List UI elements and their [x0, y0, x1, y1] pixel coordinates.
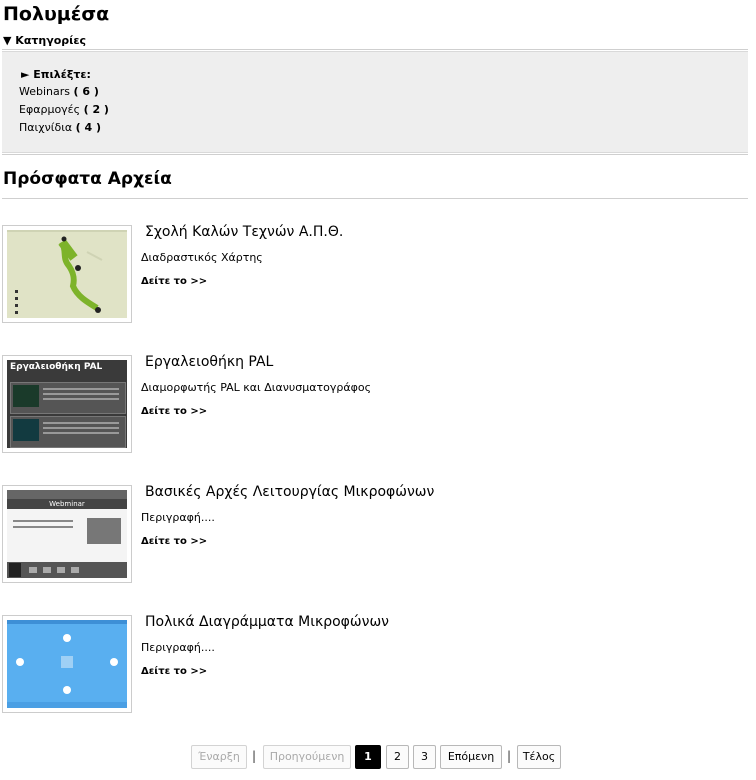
- categories-toggle[interactable]: ▼ Κατηγορίες: [3, 34, 86, 47]
- category-count: ( 4 ): [75, 121, 102, 134]
- pagination-first-button[interactable]: Έναρξη: [191, 745, 247, 769]
- file-title-link[interactable]: Εργαλειοθήκη PAL: [145, 354, 273, 370]
- pagination-separator: |: [507, 749, 512, 763]
- category-link-games[interactable]: Παιχνίδια ( 4 ): [19, 121, 101, 134]
- polar-diagram-thumbnail-image: [7, 620, 127, 708]
- recent-files-heading: Πρόσφατα Αρχεία: [3, 169, 172, 189]
- category-link-applications[interactable]: Εφαρμογές ( 2 ): [19, 103, 109, 116]
- view-link[interactable]: Δείτε το >>: [141, 406, 207, 417]
- file-thumbnail-link[interactable]: Εργαλειοθήκη PAL: [2, 355, 132, 453]
- pagination-separator: |: [252, 749, 257, 763]
- pagination-last-button[interactable]: Τέλος: [517, 745, 561, 769]
- divider: [2, 49, 748, 50]
- file-item: Εργαλειοθήκη PAL Εργαλειοθήκη PAL Διαμορ…: [2, 354, 746, 453]
- page-title: Πολυμέσα: [3, 3, 110, 25]
- pagination-page-1[interactable]: 1: [355, 745, 381, 769]
- choose-label: ► Επιλέξτε:: [21, 68, 91, 81]
- category-name: Παιχνίδια: [19, 121, 73, 134]
- thumbnail-heading: Εργαλειοθήκη PAL: [10, 362, 103, 372]
- category-count: ( 2 ): [83, 103, 109, 116]
- file-description: Διαμορφωτής PAL και Διανυσματογράφος: [141, 381, 372, 394]
- file-title-link[interactable]: Βασικές Αρχές Λειτουργίας Μικροφώνων: [145, 484, 434, 500]
- view-link[interactable]: Δείτε το >>: [141, 276, 207, 287]
- view-link[interactable]: Δείτε το >>: [141, 536, 207, 547]
- map-thumbnail-image: [7, 230, 127, 318]
- file-item: Πολικά Διαγράμματα Μικροφώνων Περιγραφή.…: [2, 614, 746, 713]
- category-name: Εφαρμογές: [19, 103, 81, 116]
- file-description: Περιγραφή....: [141, 511, 215, 524]
- file-thumbnail-link[interactable]: [2, 225, 132, 323]
- file-thumbnail-link[interactable]: [2, 615, 132, 713]
- pal-thumbnail-image: Εργαλειοθήκη PAL: [7, 360, 127, 448]
- divider: [2, 154, 748, 155]
- file-description: Διαδραστικός Χάρτης: [141, 251, 263, 264]
- file-item: Σχολή Καλών Τεχνών Α.Π.Θ. Διαδραστικός Χ…: [2, 224, 746, 323]
- pagination-next-button[interactable]: Επόμενη: [440, 745, 502, 769]
- file-description: Περιγραφή....: [141, 641, 215, 654]
- pagination-page-2[interactable]: 2: [386, 745, 409, 769]
- file-thumbnail-link[interactable]: Webminar: [2, 485, 132, 583]
- categories-panel: ► Επιλέξτε: Webinars ( 6 ) Εφαρμογές ( 2…: [2, 51, 748, 153]
- thumbnail-heading: Webminar: [7, 499, 127, 509]
- pagination-prev-button[interactable]: Προηγούμενη: [263, 745, 351, 769]
- microphone-thumbnail-image: Webminar: [7, 490, 127, 578]
- category-name: Webinars: [19, 85, 71, 98]
- pagination-page-3[interactable]: 3: [413, 745, 436, 769]
- category-link-webinars[interactable]: Webinars ( 6 ): [19, 85, 99, 98]
- view-link[interactable]: Δείτε το >>: [141, 666, 207, 677]
- file-item: Webminar Βασικές Αρχές Λειτουργίας Μικρο…: [2, 484, 746, 583]
- pagination: Έναρξη | Προηγούμενη 1 2 3 Επόμενη | Τέλ…: [0, 745, 756, 769]
- divider: [2, 198, 748, 199]
- category-count: ( 6 ): [73, 85, 99, 98]
- file-title-link[interactable]: Σχολή Καλών Τεχνών Α.Π.Θ.: [145, 224, 343, 240]
- file-title-link[interactable]: Πολικά Διαγράμματα Μικροφώνων: [145, 614, 389, 630]
